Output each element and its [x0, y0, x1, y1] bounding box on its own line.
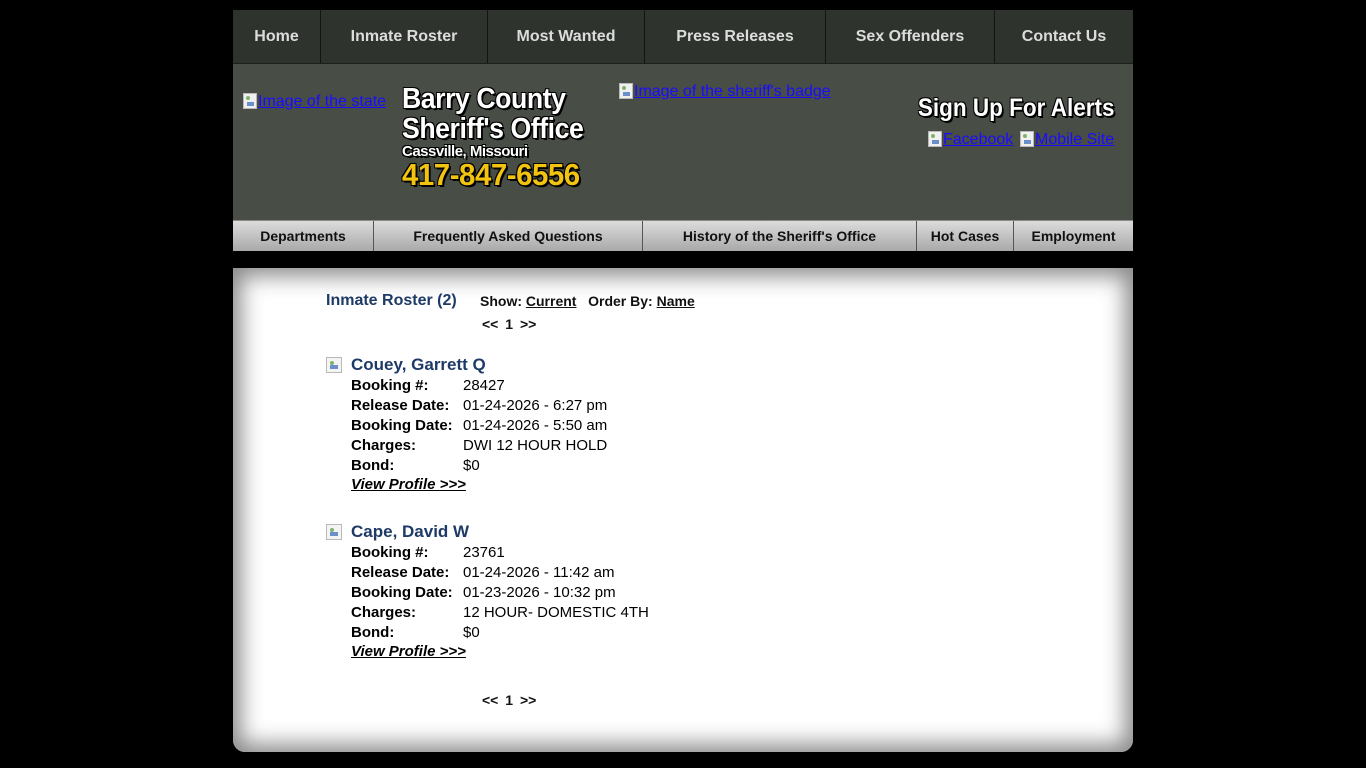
release-label: Release Date:: [351, 397, 450, 414]
bond-value: $0: [463, 624, 480, 641]
subnav-faq[interactable]: Frequently Asked Questions: [374, 221, 643, 251]
booking-label: Booking #:: [351, 544, 429, 561]
subnav-history[interactable]: History of the Sheriff's Office: [643, 221, 917, 251]
pager-bottom: << 1 >>: [482, 692, 536, 708]
inmate-name[interactable]: Couey, Garrett Q: [351, 355, 486, 375]
subnav-departments[interactable]: Departments: [233, 221, 374, 251]
charges-label: Charges:: [351, 437, 417, 454]
bond-row: Bond: $0: [351, 623, 480, 643]
facebook-link[interactable]: Facebook: [928, 131, 1013, 149]
release-value: 01-24-2026 - 11:42 am: [463, 564, 615, 581]
pager-prev[interactable]: <<: [482, 692, 498, 708]
badge-image-alt: Image of the sheriff's badge: [634, 83, 831, 100]
show-label: Show:: [480, 293, 522, 309]
nav-most-wanted[interactable]: Most Wanted: [488, 10, 645, 63]
charges-value: DWI 12 HOUR HOLD: [463, 437, 608, 454]
show-filter: Show: Current Order By: Name: [480, 293, 695, 309]
charges-row: Charges: DWI 12 HOUR HOLD: [351, 436, 607, 456]
bond-row: Bond: $0: [351, 456, 480, 476]
roster-title: Inmate Roster (2): [326, 292, 457, 309]
nav-home[interactable]: Home: [233, 10, 321, 63]
broken-image-icon: [243, 93, 257, 109]
view-profile-link[interactable]: View Profile >>>: [351, 476, 466, 493]
subnav-hot-cases[interactable]: Hot Cases: [917, 221, 1014, 251]
pager-next[interactable]: >>: [520, 316, 536, 332]
pager-next[interactable]: >>: [520, 692, 536, 708]
booking-date-label: Booking Date:: [351, 417, 453, 434]
state-image[interactable]: Image of the state: [243, 93, 386, 111]
broken-image-icon: [619, 83, 633, 99]
order-by-name-link[interactable]: Name: [657, 293, 695, 309]
bond-value: $0: [463, 457, 480, 474]
bond-label: Bond:: [351, 457, 395, 474]
sub-nav: Departments Frequently Asked Questions H…: [233, 220, 1133, 251]
top-nav: Home Inmate Roster Most Wanted Press Rel…: [233, 10, 1133, 64]
booking-date-row: Booking Date: 01-24-2026 - 5:50 am: [351, 416, 607, 436]
pager-page[interactable]: 1: [505, 316, 513, 332]
broken-image-icon: [1020, 131, 1034, 147]
inmate-name[interactable]: Cape, David W: [351, 522, 469, 542]
nav-sex-offenders[interactable]: Sex Offenders: [826, 10, 995, 63]
inmate-photo[interactable]: [326, 524, 342, 540]
badge-image[interactable]: Image of the sheriff's badge: [619, 83, 831, 101]
pager-top: << 1 >>: [482, 316, 536, 332]
inmate-photo[interactable]: [326, 357, 342, 373]
pager-prev[interactable]: <<: [482, 316, 498, 332]
release-date-row: Release Date: 01-24-2026 - 11:42 am: [351, 563, 615, 583]
mobile-site-alt: Mobile Site: [1035, 131, 1115, 148]
nav-contact-us[interactable]: Contact Us: [995, 10, 1133, 63]
charges-label: Charges:: [351, 604, 417, 621]
booking-date-row: Booking Date: 01-23-2026 - 10:32 pm: [351, 583, 616, 603]
booking-date-label: Booking Date:: [351, 584, 453, 601]
facebook-alt: Facebook: [943, 131, 1014, 148]
pager-page[interactable]: 1: [505, 692, 513, 708]
booking-number-row: Booking #: 28427: [351, 376, 505, 396]
booking-label: Booking #:: [351, 377, 429, 394]
booking-date-value: 01-24-2026 - 5:50 am: [463, 417, 608, 434]
booking-value: 23761: [463, 544, 505, 561]
view-profile-link[interactable]: View Profile >>>: [351, 643, 466, 660]
subnav-employment[interactable]: Employment: [1014, 221, 1133, 251]
bond-label: Bond:: [351, 624, 395, 641]
release-date-row: Release Date: 01-24-2026 - 6:27 pm: [351, 396, 607, 416]
order-by-label: Order By:: [588, 293, 653, 309]
release-label: Release Date:: [351, 564, 450, 581]
site-title-line2: Sheriff's Office: [402, 113, 584, 145]
charges-value: 12 HOUR- DOMESTIC 4TH: [463, 604, 649, 621]
booking-number-row: Booking #: 23761: [351, 543, 505, 563]
state-image-alt: Image of the state: [258, 93, 387, 110]
show-current-link[interactable]: Current: [526, 293, 577, 309]
nav-press-releases[interactable]: Press Releases: [645, 10, 826, 63]
mobile-site-link[interactable]: Mobile Site: [1020, 131, 1114, 149]
release-value: 01-24-2026 - 6:27 pm: [463, 397, 608, 414]
main-content: Inmate Roster (2) Show: Current Order By…: [233, 268, 1133, 752]
nav-inmate-roster[interactable]: Inmate Roster: [321, 10, 488, 63]
site-header: Image of the state Barry County Sheriff'…: [233, 64, 1133, 220]
charges-row: Charges: 12 HOUR- DOMESTIC 4TH: [351, 603, 649, 623]
sign-up-alerts-link[interactable]: Sign Up For Alerts: [918, 94, 1115, 123]
page-wrapper: Home Inmate Roster Most Wanted Press Rel…: [233, 10, 1133, 752]
site-title-line1: Barry County: [402, 83, 566, 115]
broken-image-icon: [928, 131, 942, 147]
booking-date-value: 01-23-2026 - 10:32 pm: [463, 584, 616, 601]
site-phone: 417-847-6556: [402, 157, 580, 192]
booking-value: 28427: [463, 377, 505, 394]
